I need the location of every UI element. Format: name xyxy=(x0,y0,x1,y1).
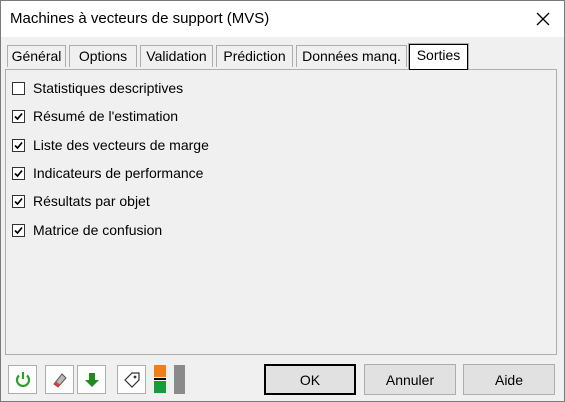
close-button[interactable] xyxy=(528,4,558,34)
color-toggle-icon xyxy=(154,365,185,394)
reset-button[interactable] xyxy=(8,365,37,394)
check-icon xyxy=(14,169,23,177)
checkbox-label: Statistiques descriptives xyxy=(33,80,184,96)
checkbox-results-by-object[interactable]: Résultats par objet xyxy=(12,192,150,210)
checkbox-support-vectors-list[interactable]: Liste des vecteurs de marge xyxy=(12,136,209,154)
clear-button[interactable] xyxy=(45,365,74,394)
check-icon xyxy=(14,141,23,149)
checkbox-box[interactable] xyxy=(12,223,25,237)
tab-validation[interactable]: Validation xyxy=(140,45,213,67)
help-button[interactable]: Aide xyxy=(463,364,555,395)
checkbox-label: Indicateurs de performance xyxy=(33,165,204,181)
title-bar: Machines à vecteurs de support (MVS) xyxy=(1,1,564,37)
checkbox-box[interactable] xyxy=(12,194,25,208)
tab-general[interactable]: Général xyxy=(7,45,66,67)
tab-options[interactable]: Options xyxy=(69,45,137,67)
tab-prediction[interactable]: Prédiction xyxy=(216,45,293,67)
checkbox-confusion-matrix[interactable]: Matrice de confusion xyxy=(12,221,162,239)
cancel-button[interactable]: Annuler xyxy=(364,364,456,395)
reset-icon xyxy=(15,371,30,387)
close-icon xyxy=(536,12,550,26)
checkbox-box[interactable] xyxy=(12,166,25,180)
checkbox-descriptive-stats[interactable]: Statistiques descriptives xyxy=(12,79,183,97)
checkbox-box[interactable] xyxy=(12,81,25,95)
ok-button[interactable]: OK xyxy=(264,364,356,395)
outputs-panel: Statistiques descriptives Résumé de l'es… xyxy=(5,69,557,355)
svm-dialog: Machines à vecteurs de support (MVS) Gén… xyxy=(0,0,565,402)
checkbox-label: Résumé de l'estimation xyxy=(33,108,179,124)
window-title: Machines à vecteurs de support (MVS) xyxy=(10,10,270,27)
button-bar: OK Annuler Aide xyxy=(1,357,564,401)
check-icon xyxy=(14,112,23,120)
checkbox-box[interactable] xyxy=(12,109,25,123)
checkbox-label: Résultats par objet xyxy=(33,193,150,209)
check-icon xyxy=(14,197,23,205)
checkbox-estimation-summary[interactable]: Résumé de l'estimation xyxy=(12,107,178,125)
tag-button[interactable] xyxy=(117,365,146,394)
checkbox-label: Matrice de confusion xyxy=(33,222,163,238)
move-down-button[interactable] xyxy=(77,365,106,394)
down-arrow-icon xyxy=(84,372,99,387)
checkbox-box[interactable] xyxy=(12,138,25,152)
checkbox-performance-indicators[interactable]: Indicateurs de performance xyxy=(12,164,203,182)
tab-outputs[interactable]: Sorties xyxy=(408,43,469,70)
tab-missing-data[interactable]: Données manq. xyxy=(296,45,407,67)
checkbox-label: Liste des vecteurs de marge xyxy=(33,137,209,153)
eraser-icon xyxy=(52,372,67,388)
check-icon xyxy=(14,226,23,234)
color-toggle-button[interactable] xyxy=(152,364,186,395)
tag-icon xyxy=(123,371,140,388)
